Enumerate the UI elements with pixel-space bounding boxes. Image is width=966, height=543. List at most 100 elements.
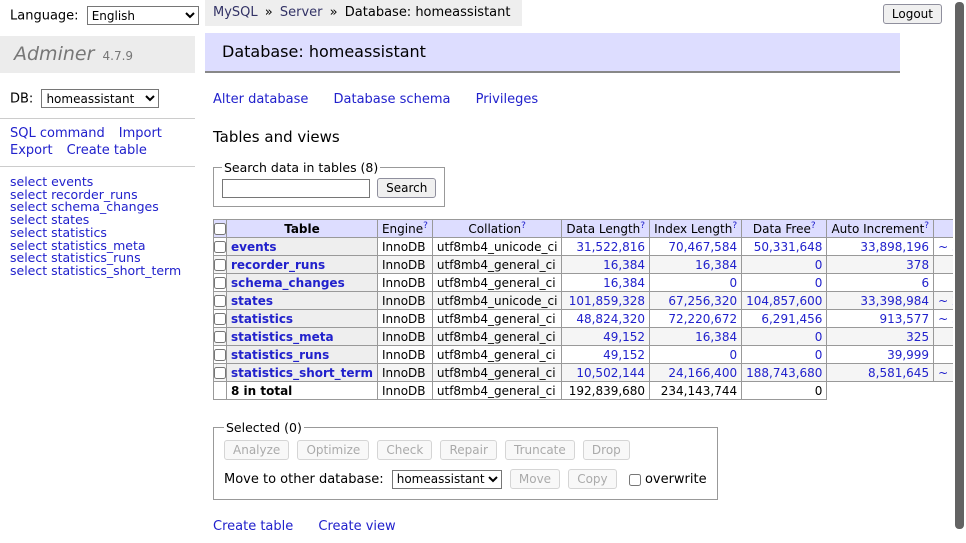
row-checkbox[interactable] bbox=[214, 277, 226, 289]
data-free-cell: 188,743,680 bbox=[742, 364, 827, 382]
breadcrumb-separator: » bbox=[265, 5, 273, 20]
collation-cell: utf8mb4_unicode_ci bbox=[432, 292, 562, 310]
analyze-button[interactable]: Analyze bbox=[224, 440, 289, 460]
db-select-form: DB: homeassistant bbox=[0, 73, 195, 118]
overwrite-checkbox[interactable] bbox=[629, 474, 641, 486]
tables-overview-table: Table Engine? Collation? Data Length? In… bbox=[213, 219, 966, 400]
page-title: Database: homeassistant bbox=[205, 33, 900, 73]
help-icon[interactable]: ? bbox=[811, 221, 816, 231]
data-length-cell: 16,384 bbox=[562, 274, 650, 292]
row-checkbox[interactable] bbox=[214, 349, 226, 361]
collation-cell: utf8mb4_general_ci bbox=[432, 364, 562, 382]
alter-database-link[interactable]: Alter database bbox=[213, 92, 308, 107]
row-checkbox[interactable] bbox=[214, 241, 226, 253]
table-header-row: Table Engine? Collation? Data Length? In… bbox=[214, 220, 966, 238]
table-name-link[interactable]: states bbox=[231, 294, 273, 308]
index-length-cell: 0 bbox=[650, 274, 742, 292]
engine-cell: InnoDB bbox=[377, 238, 432, 256]
create-view-link[interactable]: Create view bbox=[318, 519, 395, 534]
selected-legend: Selected (0) bbox=[224, 420, 304, 435]
index-length-cell: 16,384 bbox=[650, 328, 742, 346]
breadcrumb-separator: » bbox=[330, 5, 338, 20]
app-logo: Adminer bbox=[14, 43, 94, 65]
sql-command-link[interactable]: SQL command bbox=[10, 126, 105, 141]
logout-button[interactable]: Logout bbox=[883, 4, 942, 24]
auto-increment-cell: 33,398,984 bbox=[827, 292, 934, 310]
table-name-link[interactable]: schema_changes bbox=[231, 276, 345, 290]
table-name-link[interactable]: recorder_runs bbox=[231, 258, 325, 272]
move-database-select[interactable]: homeassistant bbox=[392, 470, 502, 489]
drop-button[interactable]: Drop bbox=[583, 440, 630, 460]
import-link[interactable]: Import bbox=[119, 126, 162, 141]
copy-button[interactable]: Copy bbox=[568, 469, 616, 489]
search-button[interactable]: Search bbox=[377, 178, 436, 198]
optimize-button[interactable]: Optimize bbox=[297, 440, 369, 460]
column-header-auto-increment: Auto Increment? bbox=[827, 220, 934, 238]
export-link[interactable]: Export bbox=[10, 143, 53, 158]
row-checkbox[interactable] bbox=[214, 295, 226, 307]
row-checkbox[interactable] bbox=[214, 259, 226, 271]
table-row: statistics_meta InnoDB utf8mb4_general_c… bbox=[214, 328, 966, 346]
app-version: 4.7.9 bbox=[103, 49, 134, 63]
data-free-cell: 0 bbox=[742, 256, 827, 274]
db-select[interactable]: homeassistant bbox=[41, 89, 159, 108]
tables-and-views-title: Tables and views bbox=[213, 128, 953, 146]
table-name-link[interactable]: statistics_short_term bbox=[231, 366, 373, 380]
row-checkbox[interactable] bbox=[214, 313, 226, 325]
help-icon[interactable]: ? bbox=[521, 221, 526, 231]
total-label: 8 in total bbox=[227, 382, 378, 400]
help-icon[interactable]: ? bbox=[423, 221, 428, 231]
scrollbar-thumb[interactable] bbox=[955, 2, 964, 529]
table-name-link[interactable]: statistics bbox=[231, 312, 293, 326]
row-checkbox[interactable] bbox=[214, 331, 226, 343]
help-icon[interactable]: ? bbox=[924, 221, 929, 231]
table-name-link[interactable]: events bbox=[231, 240, 277, 254]
truncate-button[interactable]: Truncate bbox=[505, 440, 575, 460]
collation-cell: utf8mb4_general_ci bbox=[432, 346, 562, 364]
select-all-checkbox[interactable] bbox=[214, 223, 226, 235]
sidebar: Language: English Adminer 4.7.9 DB: home… bbox=[0, 0, 195, 543]
auto-increment-cell: 8,581,645 bbox=[827, 364, 934, 382]
data-free-cell: 50,331,648 bbox=[742, 238, 827, 256]
adminer-page: Language: English Adminer 4.7.9 DB: home… bbox=[0, 0, 966, 543]
create-table-link[interactable]: Create table bbox=[213, 519, 293, 534]
auto-increment-cell: 6 bbox=[827, 274, 934, 292]
repair-button[interactable]: Repair bbox=[440, 440, 496, 460]
database-schema-link[interactable]: Database schema bbox=[334, 92, 451, 107]
check-button[interactable]: Check bbox=[377, 440, 432, 460]
column-header-table: Table bbox=[227, 220, 378, 238]
index-length-cell: 72,220,672 bbox=[650, 310, 742, 328]
content: Alter database Database schema Privilege… bbox=[205, 92, 953, 543]
total-index-length: 234,143,744 bbox=[650, 382, 742, 400]
search-fieldset: Search data in tables (8) Search bbox=[213, 160, 445, 207]
sidebar-select-link[interactable]: select statistics_short_term bbox=[10, 265, 195, 278]
data-length-cell: 101,859,328 bbox=[562, 292, 650, 310]
index-length-cell: 70,467,584 bbox=[650, 238, 742, 256]
breadcrumb-server-type-link[interactable]: MySQL bbox=[213, 5, 258, 20]
collation-cell: utf8mb4_unicode_ci bbox=[432, 238, 562, 256]
table-name-link[interactable]: statistics_runs bbox=[231, 348, 329, 362]
table-row: events InnoDB utf8mb4_unicode_ci 31,522,… bbox=[214, 238, 966, 256]
engine-cell: InnoDB bbox=[377, 346, 432, 364]
help-icon[interactable]: ? bbox=[732, 221, 737, 231]
move-row: Move to other database: homeassistant Mo… bbox=[224, 469, 707, 489]
language-label: Language: bbox=[10, 9, 79, 24]
language-select[interactable]: English bbox=[87, 6, 199, 25]
column-header-data-free: Data Free? bbox=[742, 220, 827, 238]
table-name-link[interactable]: statistics_meta bbox=[231, 330, 334, 344]
data-free-cell: 0 bbox=[742, 346, 827, 364]
collation-cell: utf8mb4_general_ci bbox=[432, 310, 562, 328]
selected-actions: Analyze Optimize Check Repair Truncate D… bbox=[224, 440, 707, 460]
engine-cell: InnoDB bbox=[377, 292, 432, 310]
create-table-link-sidebar[interactable]: Create table bbox=[67, 143, 147, 158]
scrollbar-track[interactable] bbox=[953, 0, 966, 543]
privileges-link[interactable]: Privileges bbox=[476, 92, 539, 107]
breadcrumb-server-link[interactable]: Server bbox=[280, 5, 323, 20]
search-input[interactable] bbox=[222, 179, 370, 198]
total-engine: InnoDB bbox=[377, 382, 432, 400]
language-form: Language: English bbox=[0, 0, 195, 31]
logout-form: Logout bbox=[883, 4, 942, 24]
row-checkbox[interactable] bbox=[214, 367, 226, 379]
move-button[interactable]: Move bbox=[510, 469, 560, 489]
help-icon[interactable]: ? bbox=[640, 221, 645, 231]
